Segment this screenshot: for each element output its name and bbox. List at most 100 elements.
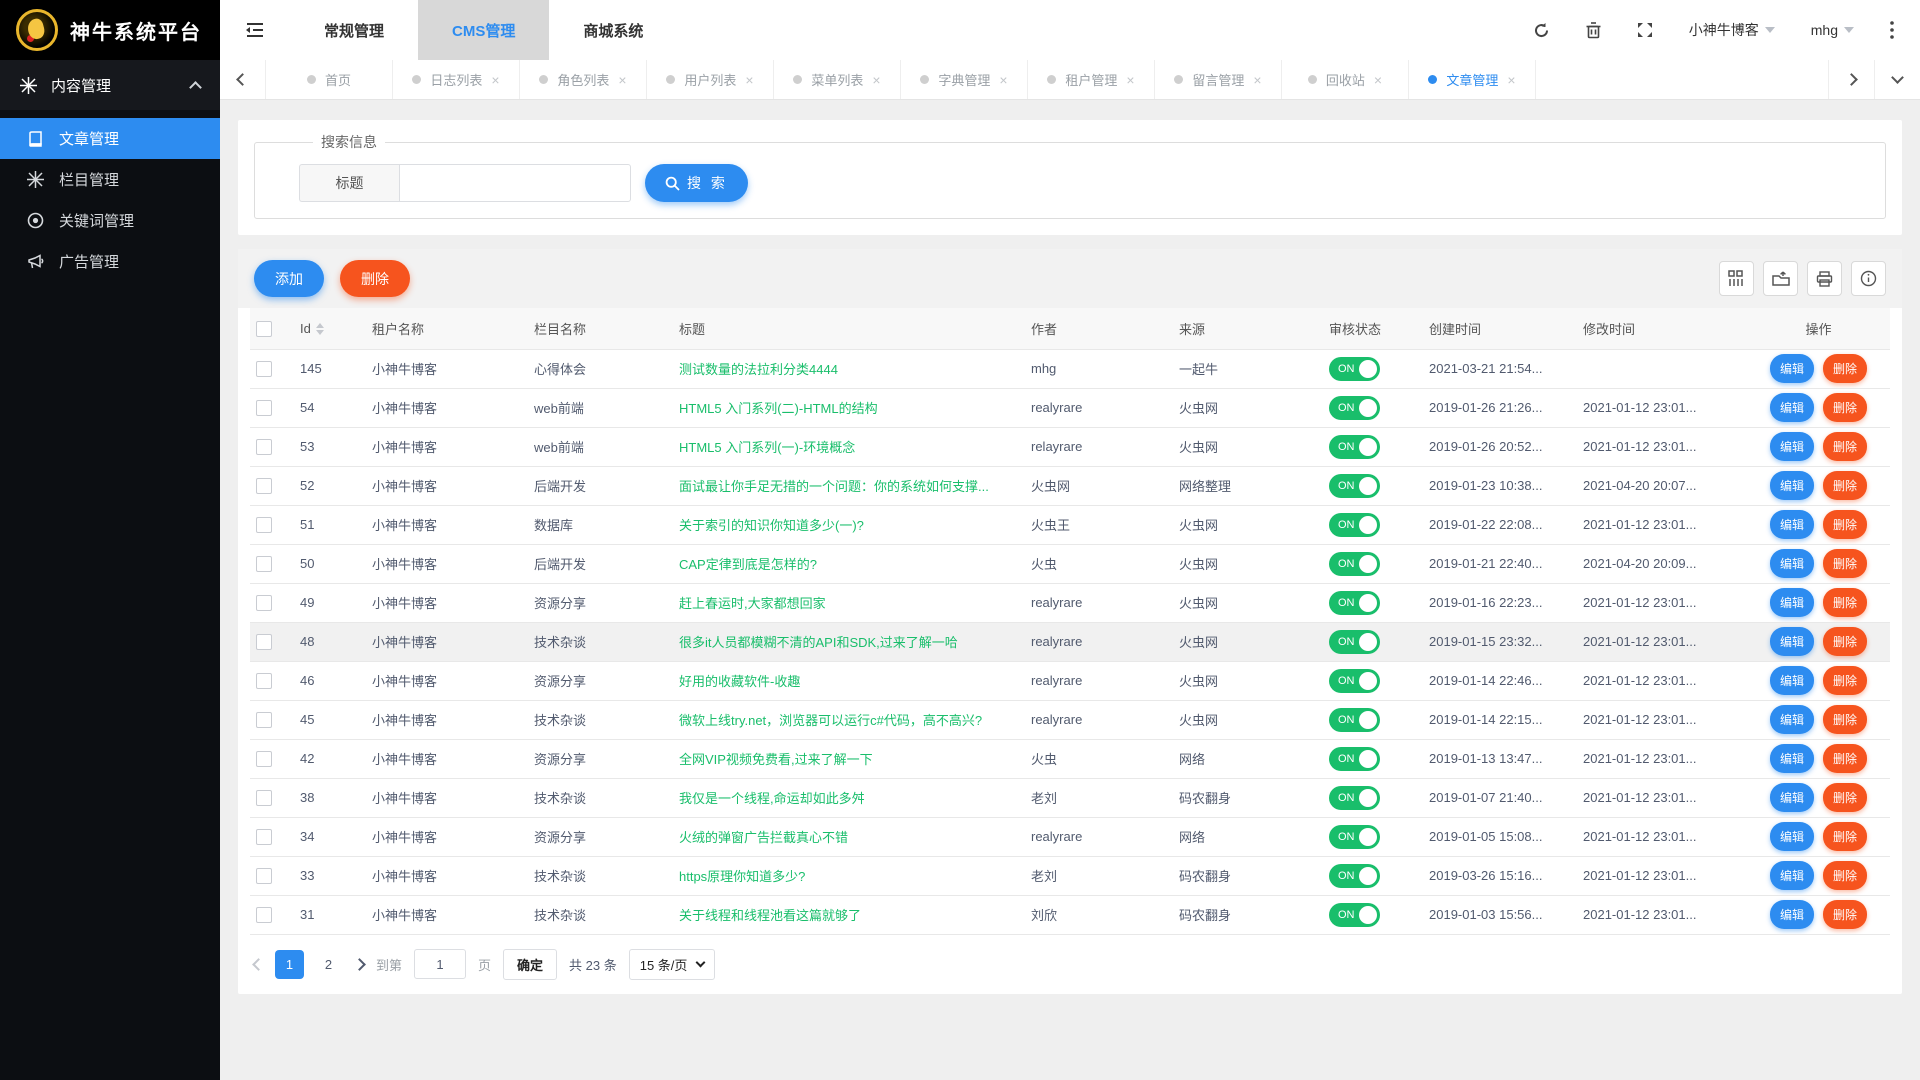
edit-button[interactable]: 编辑 bbox=[1770, 705, 1814, 734]
top-nav-tab-1[interactable]: CMS管理 bbox=[418, 0, 549, 60]
row-delete-button[interactable]: 删除 bbox=[1823, 432, 1867, 461]
edit-button[interactable]: 编辑 bbox=[1770, 354, 1814, 383]
row-delete-button[interactable]: 删除 bbox=[1823, 549, 1867, 578]
edit-button[interactable]: 编辑 bbox=[1770, 588, 1814, 617]
article-title-link[interactable]: 关于索引的知识你知道多少(一)? bbox=[679, 518, 864, 533]
edit-button[interactable]: 编辑 bbox=[1770, 783, 1814, 812]
page-tab-9[interactable]: 文章管理× bbox=[1409, 60, 1536, 99]
edit-button[interactable]: 编辑 bbox=[1770, 432, 1814, 461]
article-title-link[interactable]: 我仅是一个线程,命运却如此多舛 bbox=[679, 791, 865, 806]
row-delete-button[interactable]: 删除 bbox=[1823, 627, 1867, 656]
row-checkbox[interactable] bbox=[256, 556, 272, 572]
tabs-menu-button[interactable] bbox=[1874, 60, 1920, 99]
article-title-link[interactable]: 测试数量的法拉利分类4444 bbox=[679, 362, 838, 377]
article-title-link[interactable]: 全网VIP视频免费看,过来了解一下 bbox=[679, 752, 873, 767]
tabs-scroll-right-button[interactable] bbox=[1828, 60, 1874, 99]
row-delete-button[interactable]: 删除 bbox=[1823, 744, 1867, 773]
row-delete-button[interactable]: 删除 bbox=[1823, 705, 1867, 734]
article-title-link[interactable]: 赶上春运时,大家都想回家 bbox=[679, 596, 826, 611]
search-button[interactable]: 搜 索 bbox=[645, 164, 748, 202]
status-toggle[interactable]: ON bbox=[1329, 825, 1380, 849]
status-toggle[interactable]: ON bbox=[1329, 903, 1380, 927]
row-delete-button[interactable]: 删除 bbox=[1823, 900, 1867, 929]
close-icon[interactable]: × bbox=[491, 73, 499, 87]
page-number-2[interactable]: 2 bbox=[314, 950, 343, 979]
row-delete-button[interactable]: 删除 bbox=[1823, 822, 1867, 851]
tabs-scroll-left-button[interactable] bbox=[220, 60, 266, 99]
columns-icon[interactable] bbox=[1719, 261, 1754, 296]
page-number-1[interactable]: 1 bbox=[275, 950, 304, 979]
fullscreen-icon[interactable] bbox=[1637, 22, 1653, 38]
edit-button[interactable]: 编辑 bbox=[1770, 744, 1814, 773]
sidebar-item-2[interactable]: 关键词管理 bbox=[0, 200, 220, 241]
close-icon[interactable]: × bbox=[745, 73, 753, 87]
page-tab-0[interactable]: 首页 bbox=[266, 60, 393, 99]
close-icon[interactable]: × bbox=[1253, 73, 1261, 87]
article-title-link[interactable]: 好用的收藏软件-收趣 bbox=[679, 674, 800, 689]
page-tab-8[interactable]: 回收站× bbox=[1282, 60, 1409, 99]
article-title-link[interactable]: https原理你知道多少? bbox=[679, 869, 805, 884]
row-checkbox[interactable] bbox=[256, 712, 272, 728]
row-delete-button[interactable]: 删除 bbox=[1823, 510, 1867, 539]
status-toggle[interactable]: ON bbox=[1329, 591, 1380, 615]
sidebar-item-1[interactable]: 栏目管理 bbox=[0, 159, 220, 200]
article-title-link[interactable]: 火绒的弹窗广告拦截真心不错 bbox=[679, 830, 848, 845]
sort-icon[interactable] bbox=[316, 323, 324, 335]
status-toggle[interactable]: ON bbox=[1329, 552, 1380, 576]
more-menu-icon[interactable] bbox=[1890, 21, 1894, 39]
page-tab-4[interactable]: 菜单列表× bbox=[774, 60, 901, 99]
status-toggle[interactable]: ON bbox=[1329, 357, 1380, 381]
prev-page-button[interactable] bbox=[254, 960, 263, 969]
sidebar-item-3[interactable]: 广告管理 bbox=[0, 241, 220, 282]
edit-button[interactable]: 编辑 bbox=[1770, 393, 1814, 422]
row-checkbox[interactable] bbox=[256, 751, 272, 767]
refresh-icon[interactable] bbox=[1533, 22, 1550, 39]
row-checkbox[interactable] bbox=[256, 400, 272, 416]
edit-button[interactable]: 编辑 bbox=[1770, 549, 1814, 578]
edit-button[interactable]: 编辑 bbox=[1770, 666, 1814, 695]
row-delete-button[interactable]: 删除 bbox=[1823, 666, 1867, 695]
sidebar-item-0[interactable]: 文章管理 bbox=[0, 118, 220, 159]
edit-button[interactable]: 编辑 bbox=[1770, 510, 1814, 539]
status-toggle[interactable]: ON bbox=[1329, 747, 1380, 771]
row-checkbox[interactable] bbox=[256, 790, 272, 806]
user-dropdown[interactable]: mhg bbox=[1811, 22, 1854, 38]
page-tab-3[interactable]: 用户列表× bbox=[647, 60, 774, 99]
status-toggle[interactable]: ON bbox=[1329, 513, 1380, 537]
article-title-link[interactable]: HTML5 入门系列(二)-HTML的结构 bbox=[679, 401, 878, 416]
page-size-select[interactable]: 15 条/页 bbox=[629, 949, 716, 980]
column-header-id[interactable]: Id bbox=[294, 308, 366, 349]
row-checkbox[interactable] bbox=[256, 595, 272, 611]
status-toggle[interactable]: ON bbox=[1329, 630, 1380, 654]
page-tab-1[interactable]: 日志列表× bbox=[393, 60, 520, 99]
row-checkbox[interactable] bbox=[256, 634, 272, 650]
row-delete-button[interactable]: 删除 bbox=[1823, 471, 1867, 500]
status-toggle[interactable]: ON bbox=[1329, 786, 1380, 810]
status-toggle[interactable]: ON bbox=[1329, 708, 1380, 732]
row-delete-button[interactable]: 删除 bbox=[1823, 783, 1867, 812]
edit-button[interactable]: 编辑 bbox=[1770, 627, 1814, 656]
edit-button[interactable]: 编辑 bbox=[1770, 861, 1814, 890]
edit-button[interactable]: 编辑 bbox=[1770, 822, 1814, 851]
page-tab-7[interactable]: 留言管理× bbox=[1155, 60, 1282, 99]
next-page-button[interactable] bbox=[355, 960, 364, 969]
row-delete-button[interactable]: 删除 bbox=[1823, 393, 1867, 422]
status-toggle[interactable]: ON bbox=[1329, 435, 1380, 459]
trash-icon[interactable] bbox=[1586, 22, 1601, 39]
page-tab-5[interactable]: 字典管理× bbox=[901, 60, 1028, 99]
title-search-input[interactable] bbox=[399, 164, 631, 202]
article-title-link[interactable]: 微软上线try.net，浏览器可以运行c#代码，高不高兴? bbox=[679, 713, 982, 728]
add-button[interactable]: 添加 bbox=[254, 260, 324, 297]
row-checkbox[interactable] bbox=[256, 907, 272, 923]
row-checkbox[interactable] bbox=[256, 361, 272, 377]
article-title-link[interactable]: 很多it人员都模糊不清的API和SDK,过来了解一哈 bbox=[679, 635, 958, 650]
collapse-sidebar-icon[interactable] bbox=[220, 0, 290, 60]
tenant-dropdown[interactable]: 小神牛博客 bbox=[1689, 20, 1775, 40]
goto-page-input[interactable] bbox=[414, 949, 466, 979]
status-toggle[interactable]: ON bbox=[1329, 396, 1380, 420]
close-icon[interactable]: × bbox=[1374, 73, 1382, 87]
row-checkbox[interactable] bbox=[256, 478, 272, 494]
article-title-link[interactable]: 面试最让你手足无措的一个问题：你的系统如何支撑... bbox=[679, 479, 989, 494]
row-checkbox[interactable] bbox=[256, 829, 272, 845]
status-toggle[interactable]: ON bbox=[1329, 669, 1380, 693]
